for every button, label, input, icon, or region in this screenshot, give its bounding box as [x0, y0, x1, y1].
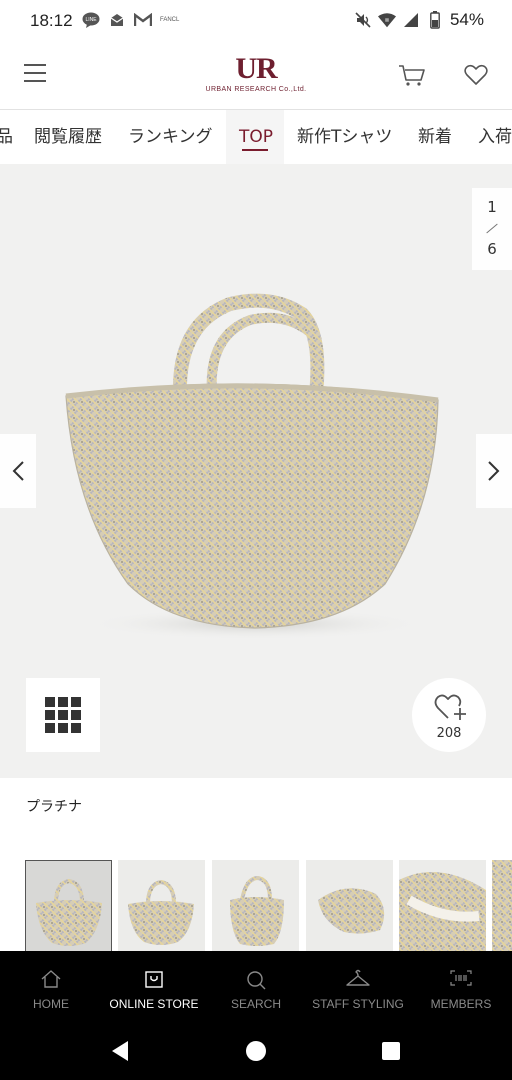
home-icon — [41, 970, 61, 988]
home-circle-icon[interactable] — [245, 1040, 267, 1062]
category-tabs: 品 閲覧履歴 ランキング TOP 新作Tシャツ 新着 入荷 — [0, 110, 512, 164]
tab-new-arrivals[interactable]: 新着 — [418, 110, 452, 164]
menu-line-icon — [24, 80, 46, 82]
basket-thumbnail-image — [318, 888, 385, 934]
nav-home[interactable]: HOME — [0, 951, 102, 1021]
product-image-gallery[interactable]: 1 6 208 — [0, 164, 512, 778]
cart-button[interactable] — [398, 64, 426, 88]
logo-subtitle: URBAN RESEARCH Co.,Ltd. — [205, 86, 307, 93]
mail-app-icon — [108, 11, 126, 29]
hamburger-menu-button[interactable] — [24, 64, 46, 84]
nav-search-label: SEARCH — [230, 997, 281, 1011]
image-counter: 1 6 — [472, 188, 512, 270]
screen: { "status": { "time": "18:12", "battery"… — [0, 0, 512, 1080]
notification-icons: LINE FANCL — [82, 11, 179, 29]
menu-line-icon — [24, 72, 46, 74]
svg-text:LINE: LINE — [85, 17, 97, 23]
image-current: 1 — [487, 198, 497, 216]
tab-restock[interactable]: 入荷 — [478, 110, 512, 164]
basket-thumbnail-image — [399, 872, 486, 952]
color-name: プラチナ — [26, 799, 82, 815]
tab-top[interactable]: TOP — [226, 110, 284, 164]
battery-icon — [426, 11, 444, 29]
heart-plus-icon — [434, 694, 466, 720]
hanger-icon — [346, 969, 370, 986]
status-bar: 18:12 LINE FANCL 54% — [0, 0, 512, 42]
nav-members[interactable]: MEMBERS — [410, 951, 512, 1021]
tab-history[interactable]: 閲覧履歴 — [34, 110, 102, 164]
thumbnail[interactable] — [492, 860, 512, 952]
wifi-icon — [377, 11, 396, 29]
status-time: 18:12 — [30, 11, 73, 30]
active-tab-indicator — [242, 149, 268, 151]
logo-mark: UR — [235, 52, 277, 85]
barcode-icon — [450, 970, 472, 986]
system-status: 54% — [354, 10, 484, 30]
bag-icon — [145, 971, 163, 988]
nav-staff-styling-label: STAFF STYLING — [312, 997, 404, 1011]
mute-icon — [354, 11, 372, 29]
nav-members-label: MEMBERS — [430, 997, 492, 1011]
menu-line-icon — [24, 64, 46, 66]
system-navigation-bar — [0, 1021, 512, 1080]
bottom-navigation: HOME ONLINE STORE SEARCH STAFF STYLING M… — [0, 951, 512, 1021]
back-icon[interactable] — [110, 1040, 130, 1062]
heart-icon — [464, 64, 488, 85]
gmail-icon — [134, 11, 152, 29]
cart-icon — [399, 65, 425, 86]
product-image — [65, 293, 439, 640]
next-image-button[interactable] — [476, 434, 512, 508]
counter-separator — [486, 223, 498, 234]
like-button[interactable]: 208 — [412, 678, 486, 752]
thumbnail[interactable] — [212, 860, 299, 952]
thumbnail[interactable] — [25, 860, 112, 952]
tab-item[interactable]: 品 — [0, 110, 13, 164]
grid-view-button[interactable] — [26, 678, 100, 752]
tab-top-label: TOP — [239, 127, 274, 147]
nav-online-store-label: ONLINE STORE — [109, 997, 199, 1011]
tab-new-tshirt[interactable]: 新作Tシャツ — [297, 110, 392, 164]
thumbnail-strip — [0, 858, 512, 952]
basket-thumbnail-image — [492, 860, 512, 952]
like-count: 208 — [436, 726, 462, 741]
basket-thumbnail-image — [128, 879, 194, 945]
fancl-icon: FANCL — [160, 17, 180, 23]
thumbnail[interactable] — [118, 860, 205, 952]
nav-staff-styling[interactable]: STAFF STYLING — [306, 951, 410, 1021]
nav-home-label: HOME — [33, 997, 69, 1011]
recents-icon[interactable] — [381, 1041, 401, 1061]
nav-search[interactable]: SEARCH — [206, 951, 306, 1021]
line-app-icon: LINE — [82, 11, 100, 29]
cell-signal-icon — [402, 11, 420, 29]
brand-logo[interactable]: UR URBAN RESEARCH Co.,Ltd. — [196, 52, 316, 94]
basket-thumbnail-image — [230, 875, 284, 946]
image-total: 6 — [487, 240, 497, 258]
favorites-button[interactable] — [464, 64, 490, 88]
chevron-left-icon — [12, 461, 24, 481]
battery-level: 54% — [449, 10, 484, 29]
search-icon — [247, 971, 266, 990]
grid-icon — [45, 697, 81, 733]
thumbnail[interactable] — [399, 860, 486, 952]
prev-image-button[interactable] — [0, 434, 36, 508]
basket-thumbnail-image — [36, 878, 102, 946]
thumbnail[interactable] — [306, 860, 393, 952]
chevron-right-icon — [488, 461, 500, 481]
nav-online-store[interactable]: ONLINE STORE — [102, 951, 206, 1021]
tab-ranking[interactable]: ランキング — [128, 110, 213, 164]
app-header: UR URBAN RESEARCH Co.,Ltd. — [0, 42, 512, 110]
